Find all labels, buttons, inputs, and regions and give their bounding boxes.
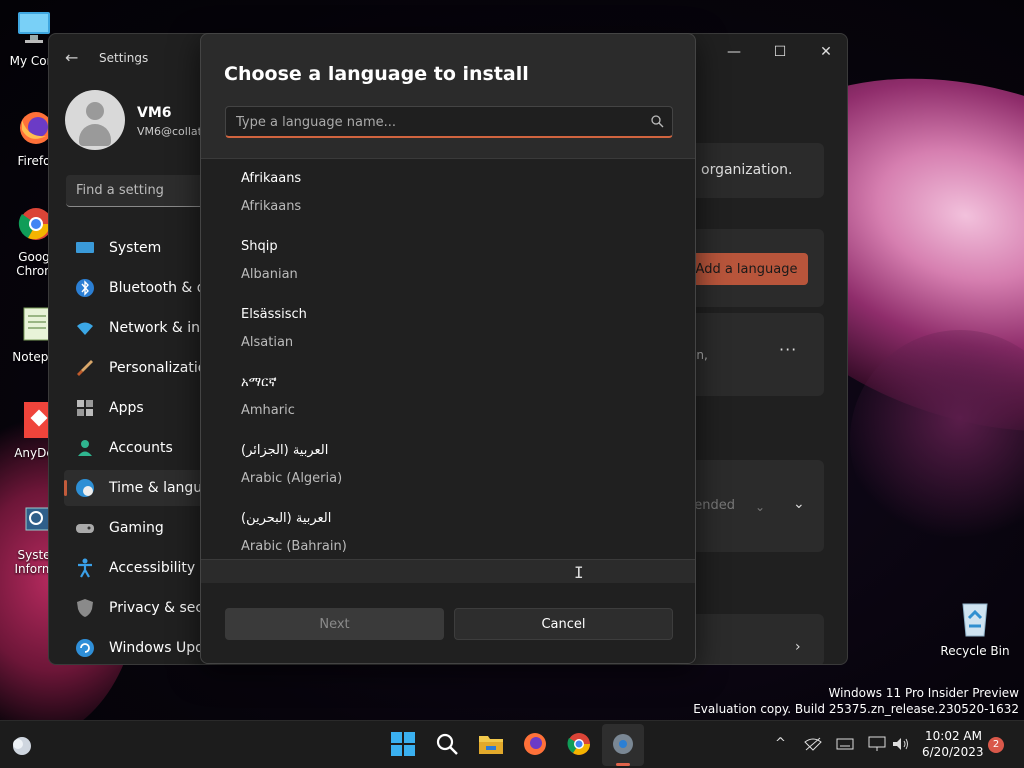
language-english-name: Amharic	[241, 403, 295, 418]
language-native-name: አማርኛ	[241, 375, 277, 390]
language-native-name: Elsässisch	[241, 307, 307, 322]
minimize-button[interactable]: —	[711, 44, 757, 60]
find-setting-placeholder: Find a setting	[76, 183, 164, 198]
next-button[interactable]: Next	[225, 608, 444, 640]
desktop-icon-label: Recycle Bin	[940, 644, 1010, 658]
firefox-icon[interactable]	[522, 731, 548, 757]
watermark-line-1: Windows 11 Pro Insider Preview	[828, 686, 1019, 700]
evaluation-watermark: Windows 11 Pro Insider Preview Evaluatio…	[693, 685, 1019, 717]
language-native-name: Shqip	[241, 239, 278, 254]
language-english-name: Arabic (Algeria)	[241, 471, 343, 486]
notification-badge[interactable]: 2	[988, 737, 1004, 753]
maximize-button[interactable]: ☐	[757, 44, 803, 60]
volume-icon[interactable]	[892, 737, 910, 751]
language-native-name: Afrikaans	[241, 171, 302, 186]
monitor-icon	[76, 242, 94, 253]
bluetooth-icon	[76, 279, 94, 297]
language-list-item[interactable]: Afrikaans Afrikaans	[201, 159, 695, 227]
sidebar-item-label: Bluetooth & de	[109, 280, 215, 296]
wifi-icon	[77, 322, 93, 335]
globe-clock-icon	[76, 479, 94, 497]
avatar-head	[86, 102, 104, 120]
dialog-title: Choose a language to install	[224, 63, 529, 85]
sidebar-item-label: Accessibility	[109, 560, 196, 576]
organization-text: organization.	[701, 162, 793, 178]
accessibility-icon	[78, 558, 92, 578]
user-email: VM6@collat	[137, 125, 202, 138]
sidebar-item-label: Apps	[109, 400, 144, 416]
active-app-indicator	[616, 763, 630, 766]
sidebar-item-label: System	[109, 240, 162, 256]
selection-indicator	[64, 480, 67, 496]
system-clock[interactable]: 10:02 AM 6/20/2023	[922, 728, 984, 760]
sidebar-item-label: Network & inte	[109, 320, 215, 336]
keyboard-icon[interactable]	[836, 738, 854, 750]
search-icon[interactable]	[434, 731, 460, 757]
add-language-button[interactable]: Add a language	[685, 253, 808, 285]
clock-time: 10:02 AM	[925, 729, 982, 743]
gamepad-icon	[76, 524, 94, 533]
file-explorer-icon[interactable]	[478, 731, 504, 757]
language-list-item[interactable]: العربية (البحرين) Arabic (Bahrain)	[201, 499, 695, 559]
recycle-bin-icon	[962, 603, 988, 637]
taskbar: ^ 10:02 AM 6/20/2023 2	[0, 720, 1024, 768]
expand-chevron-icon[interactable]: ⌄	[793, 496, 805, 512]
clock-date: 6/20/2023	[922, 745, 984, 759]
shield-icon	[77, 599, 93, 617]
chevron-right-icon: ›	[795, 639, 801, 655]
sidebar-item-label: Time & langua	[109, 480, 211, 496]
language-native-name: العربية (الجزائر)	[241, 443, 329, 458]
search-icon	[651, 115, 664, 128]
chrome-icon[interactable]	[566, 731, 592, 757]
update-icon	[76, 639, 94, 657]
watermark-line-2: Evaluation copy. Build 25375.zn_release.…	[693, 702, 1019, 716]
brush-icon	[77, 360, 93, 376]
close-button[interactable]: ✕	[803, 44, 847, 60]
user-name: VM6	[137, 105, 172, 121]
avatar-body	[79, 124, 111, 146]
cancel-button[interactable]: Cancel	[454, 608, 673, 640]
choose-language-dialog: Choose a language to install Afrikaans A…	[200, 33, 696, 664]
sidebar-item-label: Accounts	[109, 440, 173, 456]
language-english-name: Arabic (Bahrain)	[241, 539, 347, 554]
more-options-button[interactable]: ···	[779, 340, 797, 359]
language-english-name: Afrikaans	[241, 199, 302, 214]
language-list-item[interactable]: Elsässisch Alsatian	[201, 295, 695, 363]
sidebar-item-label: Windows Upda	[109, 640, 213, 656]
person-icon	[78, 440, 92, 456]
settings-gear-icon[interactable]	[610, 731, 636, 757]
language-english-name: Albanian	[241, 267, 298, 282]
language-search-box[interactable]	[225, 106, 673, 138]
text-cursor-icon: I	[574, 563, 584, 582]
chevron-down-icon: ⌄	[755, 500, 766, 514]
language-list-item[interactable]: العربية (الجزائر) Arabic (Algeria)	[201, 431, 695, 499]
display-icon[interactable]	[868, 736, 886, 752]
start-windows-icon[interactable]	[390, 731, 416, 757]
weather-icon[interactable]	[10, 734, 34, 756]
sidebar-item-label: Gaming	[109, 520, 164, 536]
language-list-item[interactable]: Shqip Albanian	[201, 227, 695, 295]
network-offline-icon[interactable]	[804, 737, 822, 751]
avatar[interactable]	[65, 90, 125, 150]
apps-icon	[77, 400, 93, 416]
dialog-footer: Next Cancel	[201, 583, 695, 663]
language-list-item[interactable]: አማርኛ Amharic	[201, 363, 695, 431]
app-title: Settings	[99, 51, 149, 65]
desktop-icon-recycle-bin[interactable]: Recycle Bin	[940, 598, 1010, 658]
language-english-name: Alsatian	[241, 335, 294, 350]
back-arrow-icon[interactable]: ←	[65, 48, 78, 67]
language-native-name: العربية (البحرين)	[241, 511, 332, 526]
chevron-up-icon[interactable]: ^	[775, 736, 786, 751]
language-search-input[interactable]	[236, 112, 636, 132]
language-list[interactable]: Afrikaans Afrikaans Shqip Albanian Elsäs…	[201, 158, 695, 560]
